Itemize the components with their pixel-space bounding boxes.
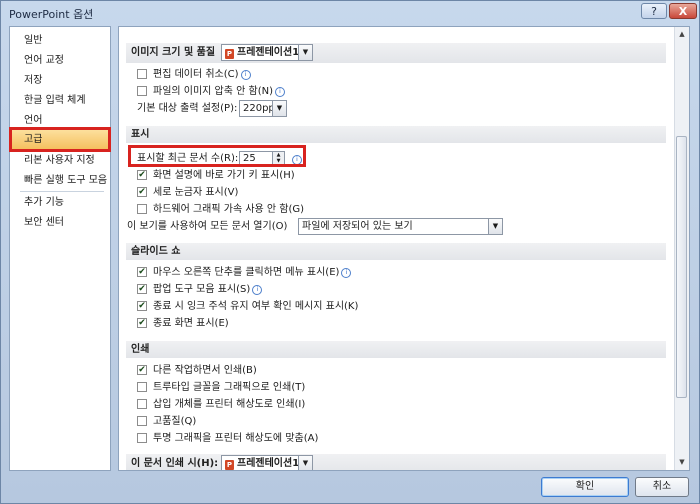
sidebar-item-add-ins[interactable]: 추가 기능 (10, 193, 110, 213)
options-dialog: PowerPoint 옵션 ? X 일반 언어 교정 저장 한글 입력 체계 언… (0, 0, 700, 504)
title-bar: PowerPoint 옵션 ? X (1, 1, 699, 25)
vertical-scrollbar[interactable]: ▲ ▼ (674, 27, 689, 470)
default-output-select[interactable]: 220ppi ▼ (239, 100, 287, 117)
inserted-objects-label: 삽입 개체를 프린터 해상도로 인쇄(I) (153, 399, 306, 410)
chevron-down-icon: ▼ (298, 456, 312, 470)
high-quality-checkbox[interactable] (137, 416, 147, 426)
shortcut-keys-checkbox[interactable]: ✔ (137, 170, 147, 180)
default-output-row: 기본 대상 출력 설정(P): (137, 101, 237, 117)
print-document-select[interactable]: P 프레젠테이션1 ▼ (221, 455, 313, 470)
section-header-image-size: 이미지 크기 및 품질 P 프레젠테이션1 ▼ (126, 43, 666, 63)
chevron-down-icon: ▼ (298, 45, 312, 60)
scroll-up-icon[interactable]: ▲ (676, 28, 688, 41)
vertical-ruler-checkbox[interactable]: ✔ (137, 187, 147, 197)
inserted-objects-checkbox[interactable] (137, 399, 147, 409)
recent-docs-highlight (128, 145, 306, 167)
sidebar-divider (20, 191, 104, 192)
advanced-options-panel: 이미지 크기 및 품질 P 프레젠테이션1 ▼ 편집 데이터 취소(C) i 파일의… (118, 26, 690, 471)
image-size-title: 이미지 크기 및 품질 (131, 47, 216, 58)
chevron-down-icon: ▼ (488, 219, 502, 234)
info-icon: i (341, 268, 352, 278)
open-view-row: 이 보기를 사용하여 모든 문서 열기(O) (127, 219, 287, 235)
transparent-graphics-label: 투명 그래픽을 프린터 해상도에 맞춤(A) (153, 433, 319, 444)
powerpoint-icon: P (225, 460, 234, 470)
image-size-document-select[interactable]: P 프레젠테이션1 ▼ (221, 44, 313, 61)
right-click-menu-checkbox[interactable]: ✔ (137, 267, 147, 277)
no-compress-label: 파일의 이미지 압축 안 함(N) (153, 86, 273, 97)
category-sidebar: 일반 언어 교정 저장 한글 입력 체계 언어 고급 리본 사용자 지정 빠른 … (9, 26, 111, 471)
scroll-down-icon[interactable]: ▼ (676, 456, 688, 469)
sidebar-item-customize-ribbon[interactable]: 리본 사용자 지정 (10, 151, 110, 171)
vertical-ruler-label: 세로 눈금자 표시(V) (153, 187, 239, 198)
ink-prompt-label: 종료 시 잉크 주석 유지 여부 확인 메시지 표시(K) (153, 301, 359, 312)
default-output-label: 기본 대상 출력 설정(P): (137, 103, 238, 114)
shortcut-keys-label: 화면 설명에 바로 가기 키 표시(H) (153, 170, 295, 181)
end-slide-label: 종료 화면 표시(E) (153, 318, 229, 329)
window-title: PowerPoint 옵션 (9, 8, 94, 21)
scrollbar-thumb[interactable] (676, 136, 687, 398)
truetype-checkbox[interactable] (137, 382, 147, 392)
ok-button[interactable]: 확인 (541, 477, 629, 497)
no-compress-checkbox[interactable] (137, 86, 147, 96)
hw-accel-checkbox[interactable] (137, 204, 147, 214)
transparent-graphics-checkbox[interactable] (137, 433, 147, 443)
popup-toolbar-label: 팝업 도구 모음 표시(S) (153, 284, 251, 295)
open-view-label: 이 보기를 사용하여 모든 문서 열기(O) (127, 221, 288, 232)
truetype-label: 트루타입 글꼴을 그래픽으로 인쇄(T) (153, 382, 306, 393)
background-print-label: 다른 작업하면서 인쇄(B) (153, 365, 257, 376)
info-icon: i (275, 87, 285, 97)
open-view-value: 파일에 저장되어 있는 보기 (302, 221, 413, 232)
help-button[interactable]: ? (641, 3, 667, 19)
popup-toolbar-checkbox[interactable]: ✔ (137, 284, 147, 294)
open-view-select[interactable]: 파일에 저장되어 있는 보기 ▼ (298, 218, 503, 235)
high-quality-label: 고품질(Q) (153, 416, 197, 427)
discard-edit-data-checkbox[interactable] (137, 69, 147, 79)
print-document-value: 프레젠테이션1 (237, 458, 300, 469)
chevron-down-icon: ▼ (272, 101, 286, 116)
background-print-checkbox[interactable]: ✔ (137, 365, 147, 375)
sidebar-item-trust-center[interactable]: 보안 센터 (10, 213, 110, 233)
ink-prompt-checkbox[interactable]: ✔ (137, 301, 147, 311)
sidebar-item-hangul-input[interactable]: 한글 입력 체계 (10, 91, 110, 111)
close-button[interactable]: X (669, 3, 697, 19)
sidebar-item-general[interactable]: 일반 (10, 31, 110, 51)
sidebar-item-quick-access-toolbar[interactable]: 빠른 실행 도구 모음 (10, 171, 110, 191)
info-icon: i (240, 70, 251, 80)
sidebar-item-save[interactable]: 저장 (10, 71, 110, 91)
section-header-print: 인쇄 (126, 341, 666, 358)
right-click-menu-label: 마우스 오른쪽 단추를 클릭하면 메뉴 표시(E) (153, 267, 340, 278)
print-document-title: 이 문서 인쇄 시(H): (131, 458, 219, 469)
section-header-display: 표시 (126, 126, 666, 143)
info-icon: i (252, 285, 263, 295)
hw-accel-label: 하드웨어 그래픽 가속 사용 안 함(G) (153, 204, 305, 215)
sidebar-item-proofing[interactable]: 언어 교정 (10, 51, 110, 71)
image-size-document-value: 프레젠테이션1 (237, 47, 300, 58)
section-header-print-document: 이 문서 인쇄 시(H): P 프레젠테이션1 ▼ (126, 454, 666, 470)
end-slide-checkbox[interactable]: ✔ (137, 318, 147, 328)
powerpoint-icon: P (225, 49, 234, 59)
discard-edit-data-label: 편집 데이터 취소(C) (153, 69, 239, 80)
sidebar-item-advanced[interactable]: 고급 (9, 127, 111, 152)
cancel-button[interactable]: 취소 (635, 477, 689, 497)
section-header-slideshow: 슬라이드 쇼 (126, 243, 666, 260)
